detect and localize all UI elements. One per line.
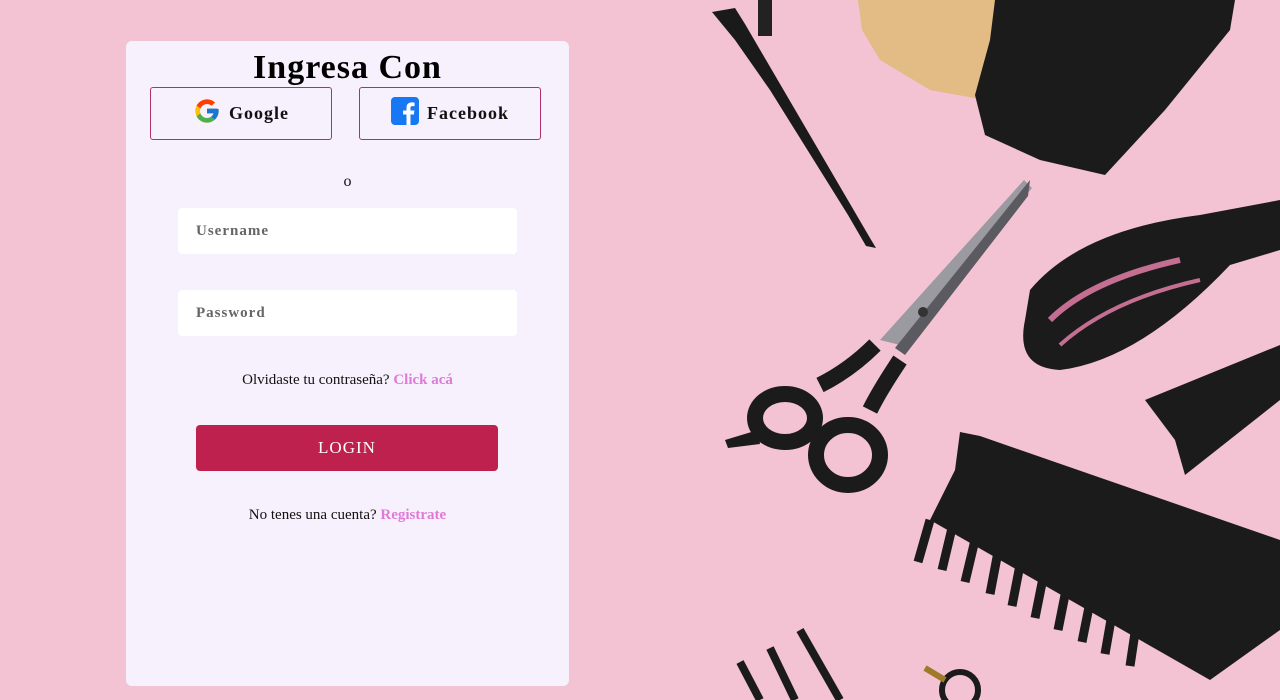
facebook-login-button[interactable]: Facebook bbox=[359, 87, 541, 140]
or-separator: o bbox=[343, 173, 352, 190]
register-link[interactable]: Registrate bbox=[380, 507, 446, 523]
google-logo-icon bbox=[193, 97, 221, 130]
login-panel: Ingresa Con Google Facebook o Olvidaste … bbox=[126, 41, 569, 686]
signup-text: No tenes una cuenta? bbox=[248, 507, 377, 523]
google-label: Google bbox=[229, 103, 289, 123]
login-button[interactable]: LOGIN bbox=[196, 425, 498, 471]
forgot-password-text: Olvidaste tu contraseña? bbox=[242, 372, 390, 388]
facebook-label: Facebook bbox=[427, 103, 509, 123]
page-title: Ingresa Con bbox=[253, 49, 442, 86]
facebook-logo-icon bbox=[391, 97, 419, 130]
username-input[interactable] bbox=[178, 208, 517, 254]
forgot-password-link[interactable]: Click acá bbox=[393, 372, 453, 388]
google-login-button[interactable]: Google bbox=[150, 87, 332, 140]
password-input[interactable] bbox=[178, 290, 517, 336]
signup-row: No tenes una cuenta? Registrate bbox=[126, 507, 569, 524]
forgot-password-row: Olvidaste tu contraseña? Click acá bbox=[126, 372, 569, 389]
